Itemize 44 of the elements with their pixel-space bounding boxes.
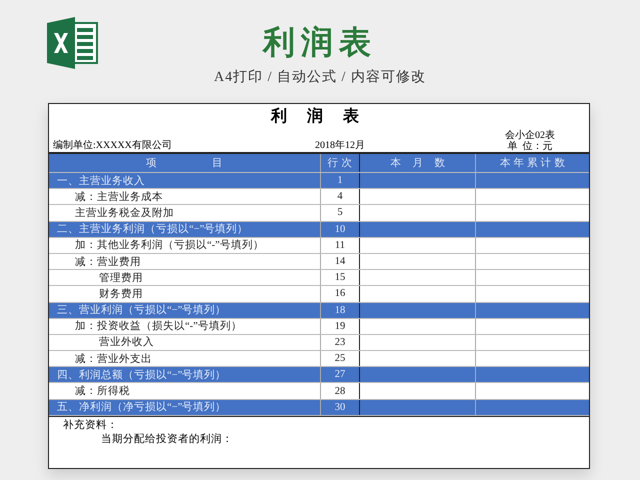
note-text: 当期分配给投资者的利润：: [100, 432, 234, 447]
company-label: 编制单位:XXXXX有限公司: [52, 138, 173, 152]
item-cell: 二、主营业务利润（亏损以“−”号填列）: [57, 222, 248, 236]
line-number-cell: 14: [320, 254, 360, 270]
line-number-cell: 5: [320, 205, 360, 221]
item-cell-text: 四、利润总额（亏损以“−”号填列）: [57, 368, 226, 382]
line-number-cell: 16: [320, 286, 360, 302]
unit-label: 单 位：元: [508, 141, 552, 152]
line-number-cell: 19: [320, 318, 360, 334]
column-header: 项 目: [49, 154, 320, 172]
item-cell-text: 管理费用: [99, 271, 143, 285]
line-number-cell: 30: [320, 400, 360, 415]
period-label: 2018年12月: [315, 139, 366, 152]
item-cell-text: 减：营业费用: [75, 255, 141, 269]
page-title: 利润表: [263, 23, 377, 62]
line-number-cell: 18: [320, 302, 360, 318]
line-number-cell: 1: [320, 173, 360, 188]
spreadsheet-logo-icon: [47, 17, 99, 69]
column-header: 本 月 数: [360, 154, 476, 172]
item-cell-text: 财务费用: [99, 287, 143, 301]
form-code: 会小企02表: [505, 130, 555, 141]
line-number-cell: 11: [320, 238, 360, 253]
item-cell-text: 减：营业外支出: [75, 352, 152, 366]
item-cell: 五、净利润（净亏损以“−”号填列）: [57, 400, 226, 414]
line-number-cell: 27: [320, 367, 360, 382]
note-text: 补充资料：: [62, 418, 119, 433]
item-cell: 三、营业利润（亏损以“−”号填列）: [57, 303, 226, 318]
column-header: 行 次: [320, 154, 360, 172]
line-number-cell: 15: [320, 270, 360, 286]
item-cell: 加：投资收益（损失以“-”号填列）: [75, 319, 242, 334]
line-number-cell: 10: [320, 222, 360, 237]
item-cell-text: 主营业务税金及附加: [75, 206, 174, 220]
item-cell-text: 一、主营业务收入: [57, 174, 145, 188]
line-number-cell: 23: [320, 334, 360, 350]
line-number-cell: 28: [320, 383, 360, 399]
line-number-cell: 25: [320, 351, 360, 366]
column-header: 本 年 累 计 数: [498, 156, 566, 171]
item-cell: 加：其他业务利润（亏损以“-”号填列）: [75, 238, 264, 252]
line-number-cell: 4: [320, 189, 360, 204]
item-cell-text: 减：主营业务成本: [75, 190, 163, 204]
item-cell: 减：所得税: [75, 384, 130, 398]
page-subtitle: A4打印 / 自动公式 / 内容可修改: [214, 68, 426, 86]
sheet-title: 利 润 表: [270, 106, 368, 127]
item-cell: 营业外收入: [99, 335, 154, 350]
